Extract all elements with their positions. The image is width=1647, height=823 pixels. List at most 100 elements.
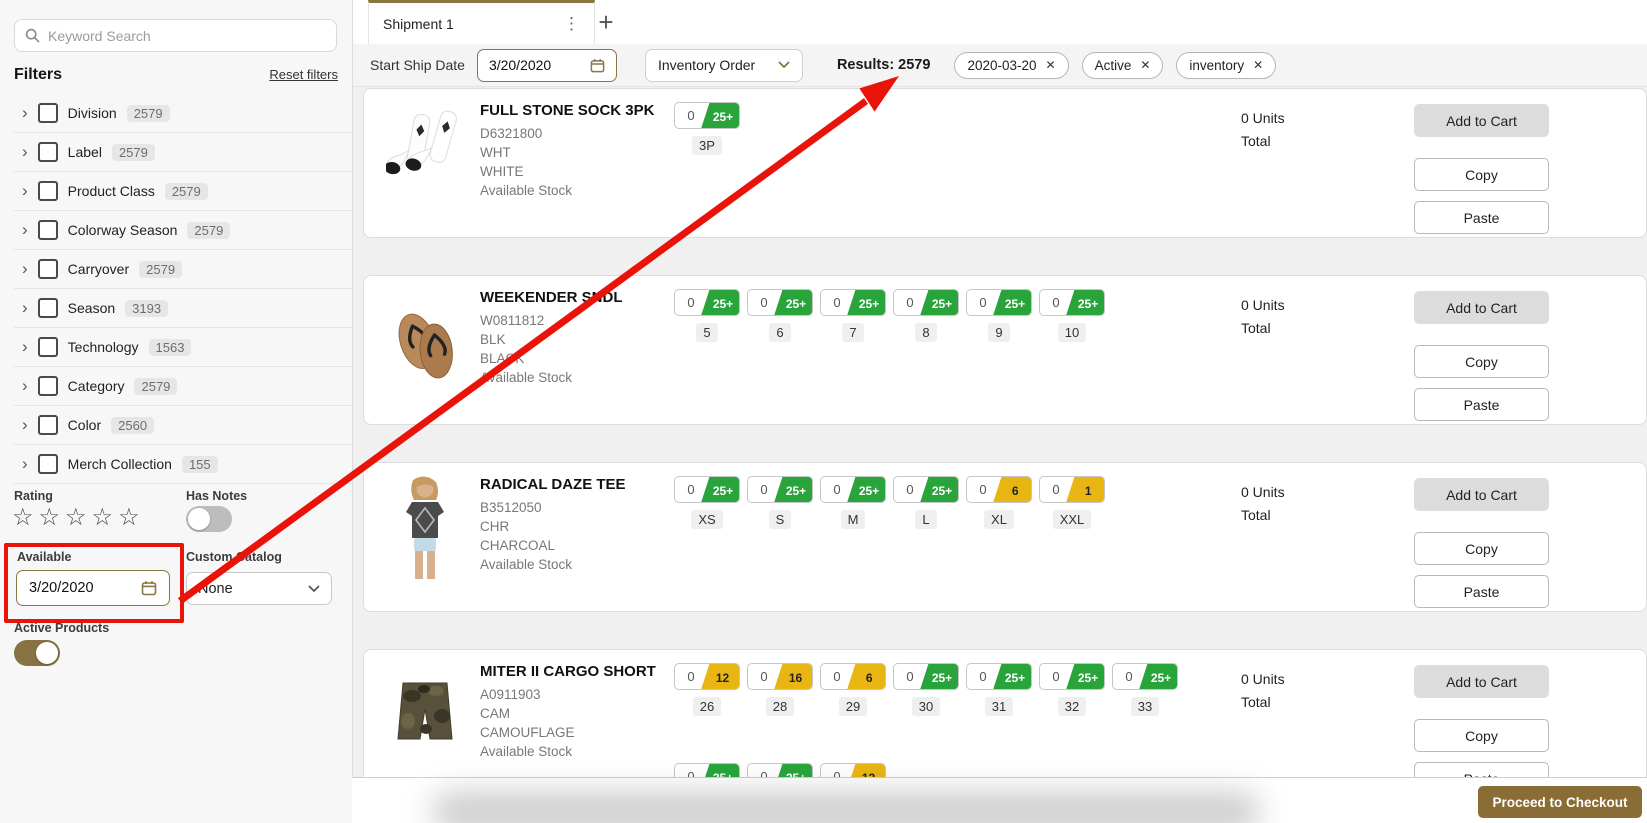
copy-button[interactable]: Copy [1414,158,1549,191]
product-name[interactable]: RADICAL DAZE TEE [480,476,626,493]
quantity-cell[interactable]: 025+ [674,289,740,316]
filter-group-row[interactable]: › Label 2579 [14,133,352,172]
quantity-cell[interactable]: 01 [1039,476,1105,503]
quantity-cell[interactable]: 025+ [1039,663,1105,690]
copy-button[interactable]: Copy [1414,532,1549,565]
chevron-right-icon[interactable]: › [22,143,28,160]
filter-group-row[interactable]: › Carryover 2579 [14,250,352,289]
quantity-cell[interactable]: 025+ [747,289,813,316]
chevron-right-icon[interactable]: › [22,299,28,316]
star-icon[interactable]: ☆ [118,504,145,531]
paste-button[interactable]: Paste [1414,388,1549,421]
star-icon[interactable]: ☆ [12,504,39,531]
filter-checkbox[interactable] [38,220,58,240]
filter-checkbox[interactable] [38,298,58,318]
add-tab-button[interactable]: + [590,6,622,38]
start-ship-date-input[interactable]: 3/20/2020 [477,49,617,82]
product-name[interactable]: WEEKENDER SNDL [480,289,623,306]
calendar-icon[interactable] [141,580,157,596]
chevron-right-icon[interactable]: › [22,221,28,238]
available-date-input[interactable]: 3/20/2020 [16,570,170,606]
close-icon[interactable]: ✕ [1253,58,1263,72]
chip-inventory[interactable]: inventory ✕ [1176,52,1276,79]
quantity-cell[interactable]: 025+ [966,289,1032,316]
add-to-cart-button[interactable]: Add to Cart [1414,478,1549,511]
filter-checkbox[interactable] [38,259,58,279]
search-input[interactable]: Keyword Search [14,19,337,52]
chevron-right-icon[interactable]: › [22,377,28,394]
qty-input[interactable]: 0 [748,764,780,777]
paste-button[interactable]: Paste [1414,201,1549,234]
filter-checkbox[interactable] [38,337,58,357]
has-notes-toggle[interactable] [186,506,232,532]
chevron-right-icon[interactable]: › [22,455,28,472]
add-to-cart-button[interactable]: Add to Cart [1414,104,1549,137]
paste-button[interactable]: Paste [1414,762,1549,777]
filter-checkbox[interactable] [38,142,58,162]
filter-group-row[interactable]: › Colorway Season 2579 [14,211,352,250]
qty-input[interactable]: 0 [675,764,707,777]
quantity-cell[interactable]: 025+ [893,663,959,690]
quantity-cell[interactable]: 025+ [674,102,740,129]
quantity-cell[interactable]: 025+ [893,289,959,316]
tab-shipment-1[interactable]: Shipment 1 ⋮ [368,0,595,44]
filter-group-row[interactable]: › Season 3193 [14,289,352,328]
add-to-cart-button[interactable]: Add to Cart [1414,665,1549,698]
star-icon[interactable]: ☆ [39,504,66,531]
filter-checkbox[interactable] [38,454,58,474]
product-image [384,284,466,400]
star-icon[interactable]: ☆ [65,504,92,531]
quantity-cell[interactable]: 025+ [674,476,740,503]
filter-checkbox[interactable] [38,376,58,396]
chevron-right-icon[interactable]: › [22,416,28,433]
chevron-right-icon[interactable]: › [22,104,28,121]
quantity-cell[interactable]: 012 [820,763,886,777]
close-icon[interactable]: ✕ [1046,58,1056,72]
sort-order-select[interactable]: Inventory Order [645,49,803,82]
quantity-cell[interactable]: 025+ [820,289,886,316]
filter-group-row[interactable]: › Product Class 2579 [14,172,352,211]
qty-input[interactable]: 0 [821,764,853,777]
filter-group-row[interactable]: › Category 2579 [14,367,352,406]
filter-checkbox[interactable] [38,415,58,435]
add-to-cart-button[interactable]: Add to Cart [1414,291,1549,324]
chip-date[interactable]: 2020-03-20 ✕ [954,52,1068,79]
quantity-cell[interactable]: 025+ [1039,289,1105,316]
quantity-cell[interactable]: 06 [966,476,1032,503]
quantity-cell[interactable]: 025+ [1112,663,1178,690]
copy-button[interactable]: Copy [1414,345,1549,378]
product-name[interactable]: MITER II CARGO SHORT [480,663,656,680]
chip-active[interactable]: Active ✕ [1082,52,1164,79]
proceed-to-checkout-button[interactable]: Proceed to Checkout [1478,786,1642,818]
active-products-toggle[interactable] [14,640,60,666]
quantity-cell[interactable]: 025+ [820,476,886,503]
quantity-cell[interactable]: 025+ [966,663,1032,690]
quantity-cell[interactable]: 012 [674,663,740,690]
custom-catalog-select[interactable]: None [186,572,332,605]
filter-group-row[interactable]: › Color 2560 [14,406,352,445]
quantity-cell[interactable]: 025+ [893,476,959,503]
reset-filters-link[interactable]: Reset filters [269,67,338,82]
filter-checkbox[interactable] [38,181,58,201]
quantity-cell[interactable]: 06 [820,663,886,690]
paste-button[interactable]: Paste [1414,575,1549,608]
close-icon[interactable]: ✕ [1140,58,1150,72]
copy-button[interactable]: Copy [1414,719,1549,752]
chevron-right-icon[interactable]: › [22,260,28,277]
filter-group-row[interactable]: › Division 2579 [14,94,352,133]
product-name[interactable]: FULL STONE SOCK 3PK [480,102,654,119]
filter-group-row[interactable]: › Technology 1563 [14,328,352,367]
filter-group-row[interactable]: › Merch Collection 155 [14,445,352,484]
calendar-icon[interactable] [590,58,605,73]
quantity-cell[interactable]: 025+ [747,476,813,503]
chevron-right-icon[interactable]: › [22,338,28,355]
star-icon[interactable]: ☆ [92,504,119,531]
rating-stars[interactable]: ☆☆☆☆☆ [12,503,145,532]
quantity-cell[interactable]: 025+ [747,763,813,777]
chevron-right-icon[interactable]: › [22,182,28,199]
kebab-menu-icon[interactable]: ⋮ [555,10,588,38]
quantity-cell[interactable]: 025+ [674,763,740,777]
has-notes-label: Has Notes [186,489,247,503]
filter-checkbox[interactable] [38,103,58,123]
quantity-cell[interactable]: 016 [747,663,813,690]
